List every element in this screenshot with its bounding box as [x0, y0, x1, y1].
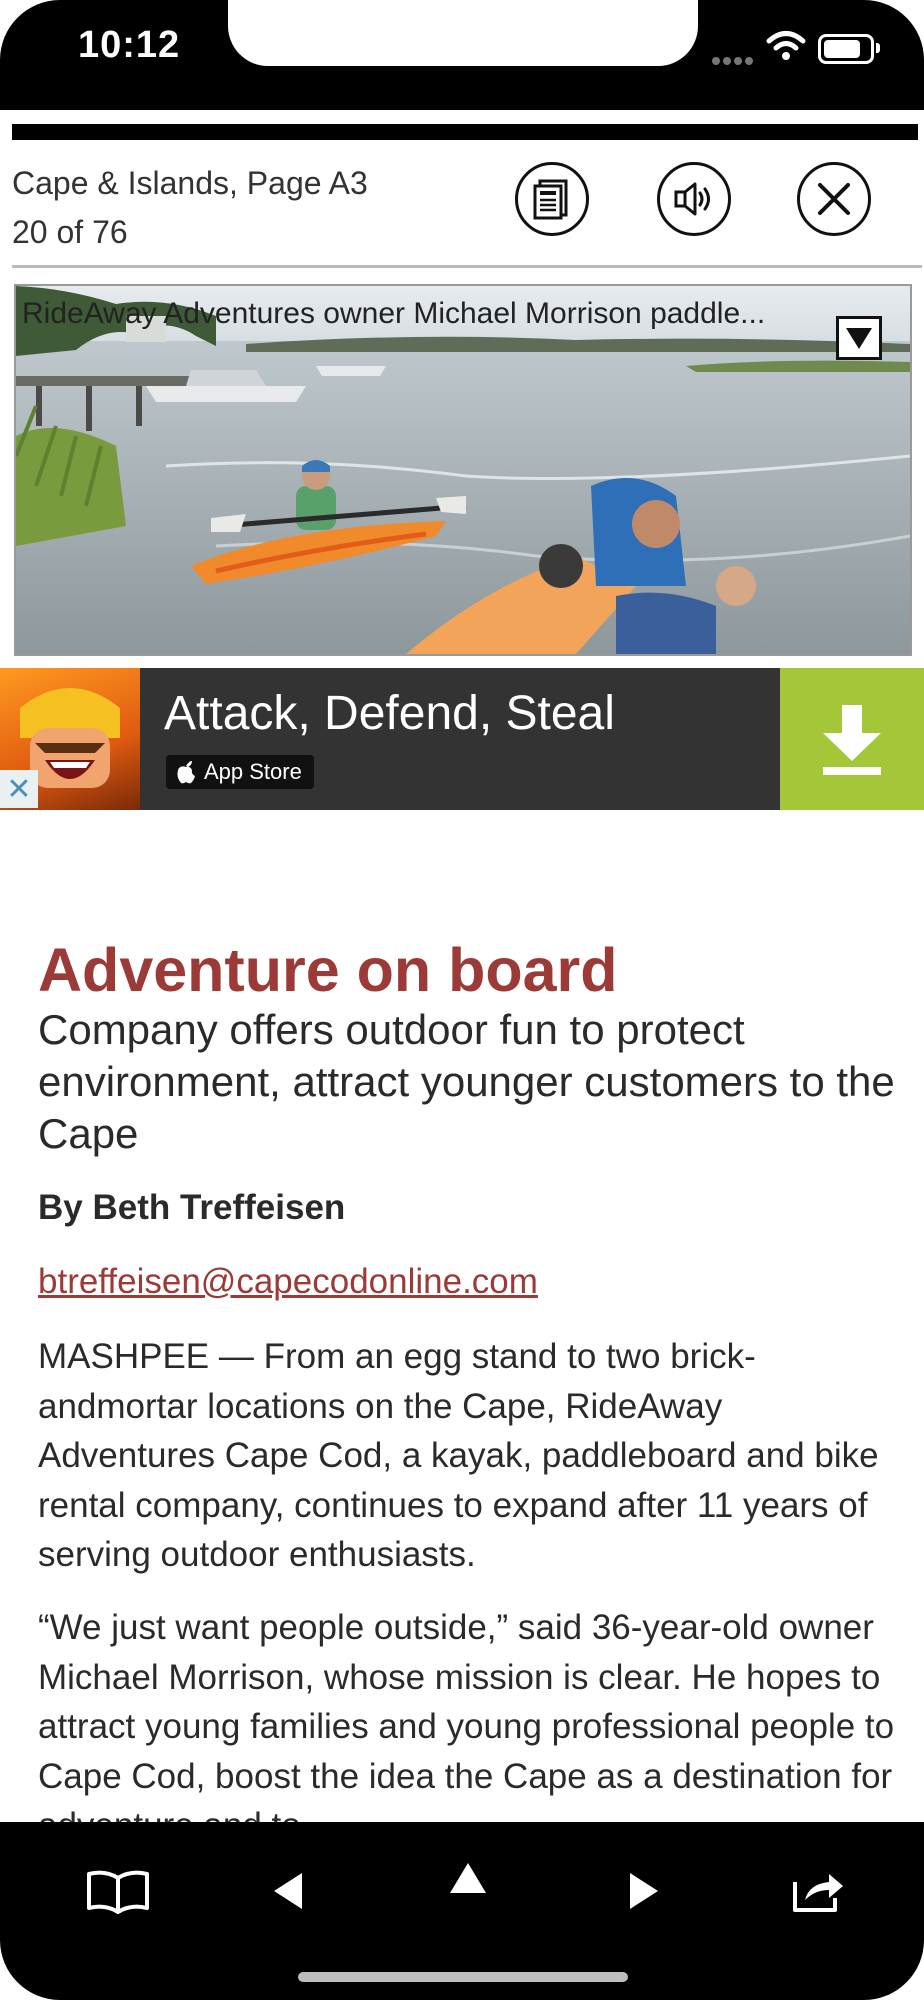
- share-icon: [793, 1874, 843, 1912]
- close-button[interactable]: [797, 162, 871, 236]
- wifi-icon: [766, 31, 806, 60]
- article-headline: Adventure on board: [38, 936, 618, 1004]
- app-store-badge[interactable]: App Store: [166, 755, 314, 789]
- up-icon: [450, 1863, 486, 1893]
- article-view-icon: [533, 179, 568, 220]
- app-store-label: App Store: [204, 759, 302, 784]
- previous-icon: [274, 1873, 302, 1909]
- page-label: Cape & Islands, Page A3: [12, 165, 368, 201]
- apple-icon: [177, 761, 195, 784]
- cellular-signal-icon: [712, 52, 758, 65]
- battery-icon: [818, 34, 880, 64]
- progress-bar: [12, 124, 918, 140]
- ad-download-button[interactable]: [780, 668, 924, 810]
- ad-close-icon[interactable]: ✕: [0, 770, 38, 808]
- article-view-button[interactable]: [515, 162, 589, 236]
- speaker-button[interactable]: [657, 162, 731, 236]
- bottom-toolbar: [0, 1822, 924, 2000]
- screen: 10:12 Cape & Islands, Page A3 20 of 76 R…: [0, 0, 924, 2000]
- article-photo[interactable]: [14, 284, 912, 656]
- notch: [228, 0, 698, 66]
- author-email-link[interactable]: btreffeisen@capecodonline.com: [38, 1262, 538, 1302]
- close-icon: [818, 183, 850, 215]
- download-icon: [823, 705, 881, 775]
- ad-banner[interactable]: Attack, Defend, Steal App Store: [0, 668, 924, 810]
- page-count: 20 of 76: [12, 214, 128, 250]
- previous-button[interactable]: [248, 1856, 328, 1926]
- photo-caption: RideAway Adventures owner Michael Morris…: [22, 297, 766, 330]
- status-time: 10:12: [78, 24, 181, 66]
- article-subhead: Company offers outdoor fun to protect en…: [38, 1006, 895, 1157]
- caption-toggle-button[interactable]: [836, 316, 882, 360]
- speaker-icon: [674, 182, 710, 216]
- article-byline: By Beth Treffeisen: [38, 1188, 346, 1227]
- next-icon: [630, 1873, 658, 1909]
- home-indicator: [298, 1972, 628, 1982]
- ad-title: Attack, Defend, Steal: [164, 687, 615, 740]
- book-button[interactable]: [78, 1856, 158, 1926]
- article-paragraph: “We just want people outside,” said 36-y…: [38, 1608, 895, 1845]
- triangle-down-icon: [846, 328, 872, 349]
- kayakers-photo: [16, 286, 910, 654]
- share-button[interactable]: [778, 1856, 858, 1926]
- article-paragraph: MASHPEE — From an egg stand to two brick…: [38, 1337, 879, 1574]
- book-icon: [87, 1870, 149, 1914]
- next-button[interactable]: [604, 1856, 684, 1926]
- up-button[interactable]: [428, 1844, 508, 1914]
- header-divider: [12, 265, 922, 268]
